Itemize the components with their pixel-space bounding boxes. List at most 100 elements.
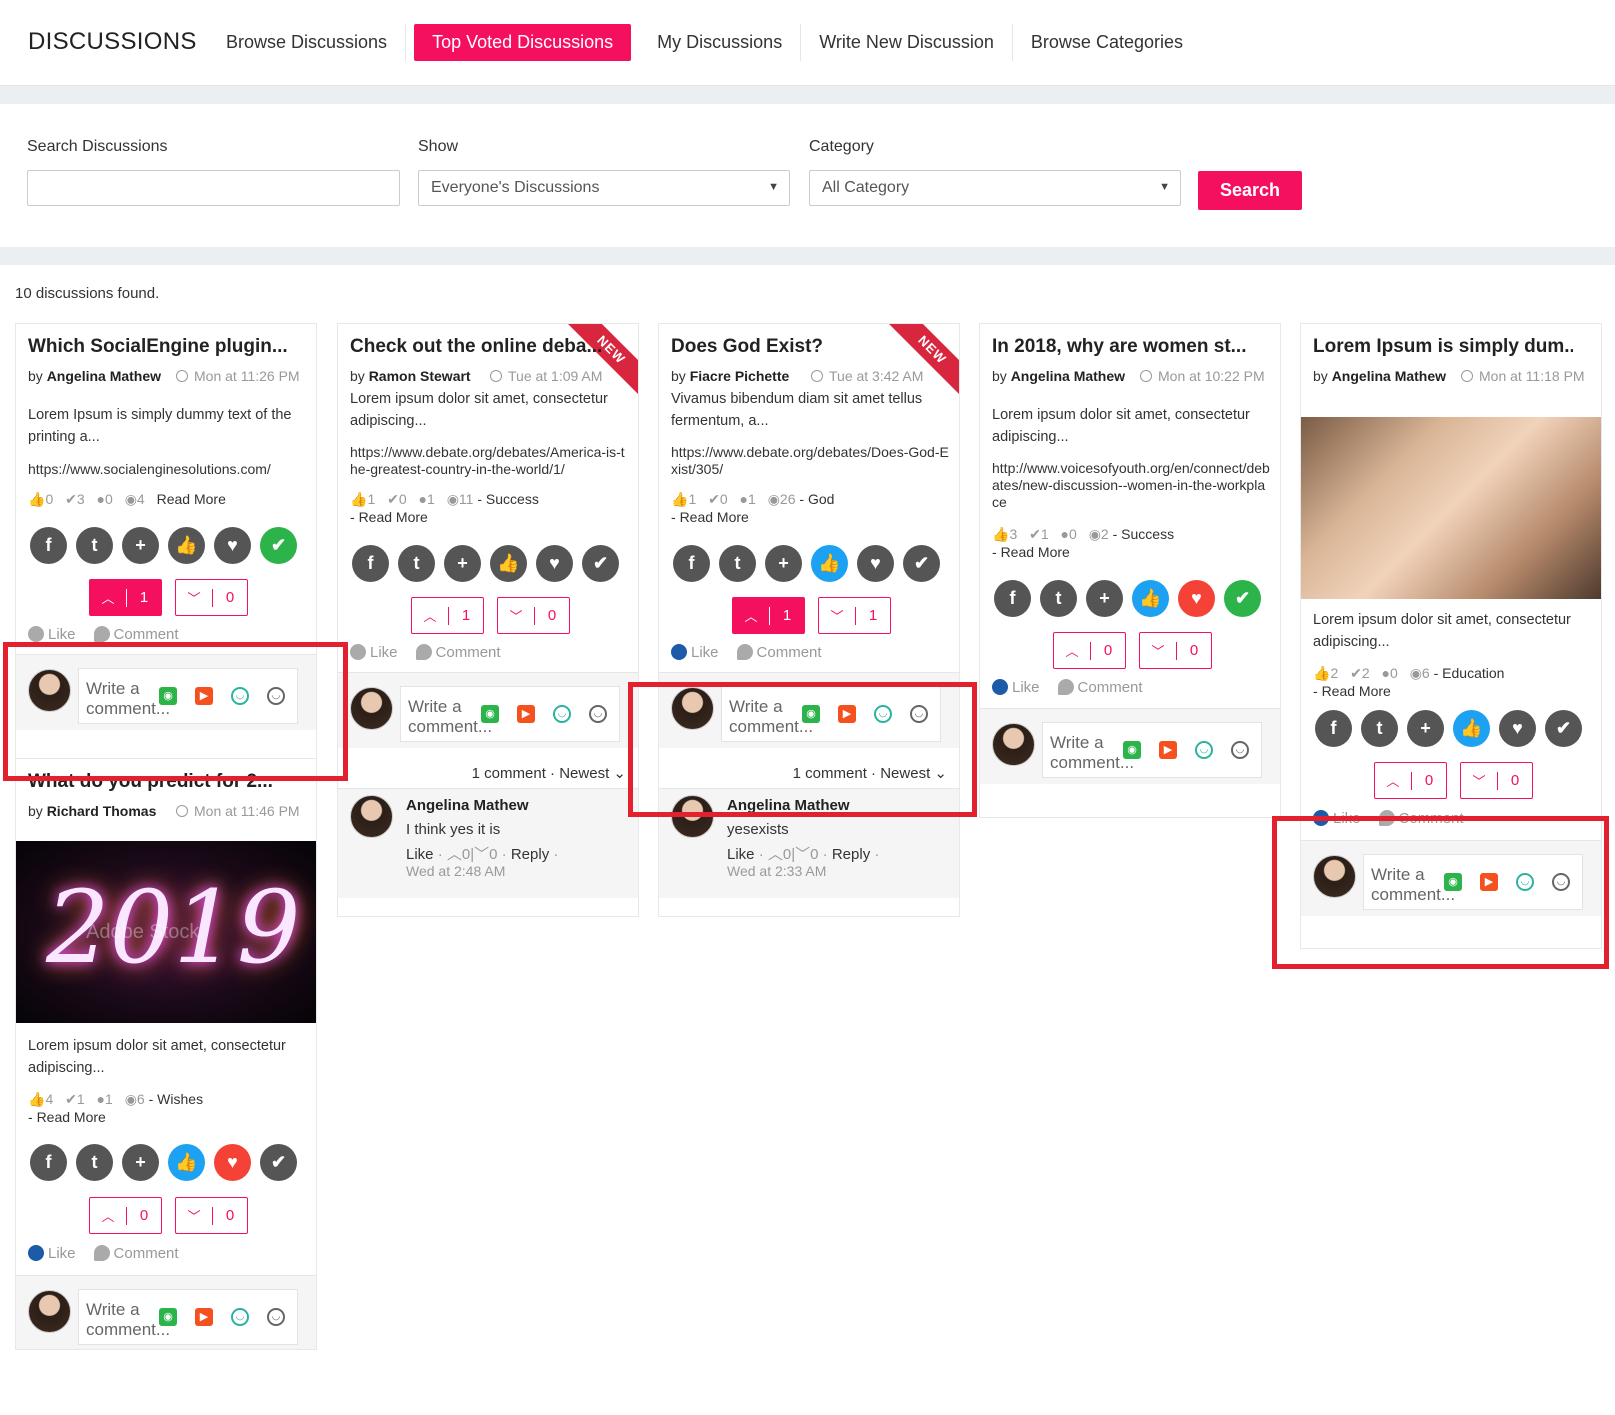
chevron-up-icon[interactable]: ︿ <box>447 846 462 863</box>
plus-icon[interactable]: + <box>122 1144 159 1181</box>
plus-icon[interactable]: + <box>1407 710 1444 747</box>
discussion-link[interactable]: http://www.voicesofyouth.org/en/connect/… <box>992 460 1272 511</box>
facebook-icon[interactable]: f <box>352 545 389 582</box>
read-more-link[interactable]: Read More <box>359 509 428 525</box>
sticker-icon[interactable]: ◡ <box>1231 741 1249 759</box>
twitter-icon[interactable]: t <box>76 527 113 564</box>
video-icon[interactable]: ▶ <box>195 1308 213 1326</box>
search-button[interactable]: Search <box>1198 171 1302 210</box>
facebook-icon[interactable]: f <box>994 580 1031 617</box>
nav-top-voted-discussions[interactable]: Top Voted Discussions <box>414 24 632 61</box>
thumbs-up-icon[interactable]: 👍 <box>1453 710 1490 747</box>
category-link[interactable]: Success <box>1121 526 1174 542</box>
emoji-icon[interactable]: ◡ <box>1195 741 1213 759</box>
check-icon[interactable]: ✔ <box>903 545 940 582</box>
like-button[interactable]: Like <box>28 1245 76 1262</box>
comment-input[interactable]: Write a comment... ◉ ▶ ◡ ◡ <box>78 1289 298 1345</box>
twitter-icon[interactable]: t <box>719 545 756 582</box>
like-button[interactable]: Like <box>350 644 398 661</box>
plus-icon[interactable]: + <box>122 527 159 564</box>
twitter-icon[interactable]: t <box>398 545 435 582</box>
thumbs-up-icon[interactable]: 👍 <box>168 1144 205 1181</box>
chevron-down-icon[interactable]: ﹀ <box>795 846 810 863</box>
heart-icon[interactable]: ♥ <box>857 545 894 582</box>
discussion-title[interactable]: Lorem Ipsum is simply dum... <box>1313 336 1573 358</box>
comment-button[interactable]: Comment <box>1057 679 1143 696</box>
downvote-button[interactable]: ﹀ 0 <box>175 579 248 616</box>
upvote-button[interactable]: ︿ 1 <box>411 597 484 634</box>
discussion-title[interactable]: In 2018, why are women st... <box>992 336 1252 358</box>
comment-input[interactable]: Write a comment... ◉ ▶ ◡ ◡ <box>1042 722 1262 778</box>
read-more-link[interactable]: Read More <box>1001 544 1070 560</box>
thumbs-up-icon[interactable]: 👍 <box>1132 580 1169 617</box>
downvote-button[interactable]: ﹀ 0 <box>497 597 570 634</box>
read-more-link[interactable]: Read More <box>37 1109 106 1125</box>
upvote-button[interactable]: ︿ 0 <box>89 1197 162 1234</box>
upvote-button[interactable]: ︿ 0 <box>1374 762 1447 799</box>
comment-like-link[interactable]: Like <box>406 846 434 863</box>
category-select[interactable]: All Category ▼ <box>809 170 1181 206</box>
author-link[interactable]: Ramon Stewart <box>369 368 471 384</box>
twitter-icon[interactable]: t <box>1040 580 1077 617</box>
heart-icon[interactable]: ♥ <box>214 1144 251 1181</box>
author-link[interactable]: Angelina Mathew <box>1011 368 1125 384</box>
check-icon[interactable]: ✔ <box>582 545 619 582</box>
heart-icon[interactable]: ♥ <box>1178 580 1215 617</box>
read-more-link[interactable]: Read More <box>1322 683 1391 699</box>
nav-browse-categories[interactable]: Browse Categories <box>1013 24 1201 61</box>
video-icon[interactable]: ▶ <box>517 705 535 723</box>
discussion-link[interactable]: https://www.socialenginesolutions.com/ <box>28 461 308 478</box>
reply-link[interactable]: Reply <box>511 846 549 863</box>
category-link[interactable]: Education <box>1442 665 1504 681</box>
comment-like-link[interactable]: Like <box>727 846 755 863</box>
facebook-icon[interactable]: f <box>30 527 67 564</box>
downvote-button[interactable]: ﹀ 0 <box>175 1197 248 1234</box>
like-button[interactable]: Like <box>671 644 719 661</box>
heart-icon[interactable]: ♥ <box>1499 710 1536 747</box>
camera-icon[interactable]: ◉ <box>159 1308 177 1326</box>
camera-icon[interactable]: ◉ <box>481 705 499 723</box>
comment-button[interactable]: Comment <box>93 1245 179 1262</box>
downvote-button[interactable]: ﹀ 0 <box>1139 632 1212 669</box>
chevron-down-icon[interactable]: ﹀ <box>474 846 489 863</box>
check-icon[interactable]: ✔ <box>1224 580 1261 617</box>
chevron-up-icon[interactable]: ︿ <box>768 846 783 863</box>
thumbs-up-icon[interactable]: 👍 <box>168 527 205 564</box>
camera-icon[interactable]: ◉ <box>1123 741 1141 759</box>
category-link[interactable]: Success <box>486 491 539 507</box>
emoji-icon[interactable]: ◡ <box>231 1308 249 1326</box>
like-button[interactable]: Like <box>992 679 1040 696</box>
nav-write-new-discussion[interactable]: Write New Discussion <box>801 24 1013 61</box>
facebook-icon[interactable]: f <box>673 545 710 582</box>
author-link[interactable]: Richard Thomas <box>47 803 157 819</box>
discussion-image[interactable]: 2019 Adobe Stock <box>16 841 316 1023</box>
comment-button[interactable]: Comment <box>93 626 179 643</box>
comment-button[interactable]: Comment <box>415 644 501 661</box>
check-icon[interactable]: ✔ <box>1545 710 1582 747</box>
read-more-link[interactable]: Read More <box>680 509 749 525</box>
author-link[interactable]: Angelina Mathew <box>47 368 161 384</box>
plus-icon[interactable]: + <box>765 545 802 582</box>
check-icon[interactable]: ✔ <box>260 527 297 564</box>
discussion-title[interactable]: Does God Exist? <box>671 336 931 358</box>
discussion-title[interactable]: Check out the online deba... <box>350 336 610 358</box>
show-select[interactable]: Everyone's Discussions ▼ <box>418 170 790 206</box>
comment-author[interactable]: Angelina Mathew <box>406 797 529 814</box>
thumbs-up-icon[interactable]: 👍 <box>490 545 527 582</box>
emoji-icon[interactable]: ◡ <box>553 705 571 723</box>
sticker-icon[interactable]: ◡ <box>589 705 607 723</box>
category-link[interactable]: God <box>808 491 834 507</box>
video-icon[interactable]: ▶ <box>1159 741 1177 759</box>
discussion-link[interactable]: https://www.debate.org/debates/Does-God-… <box>671 444 951 478</box>
sticker-icon[interactable]: ◡ <box>267 1308 285 1326</box>
category-link[interactable]: Wishes <box>157 1091 203 1107</box>
discussion-image[interactable] <box>1301 417 1601 599</box>
downvote-button[interactable]: ﹀ 0 <box>1460 762 1533 799</box>
check-icon[interactable]: ✔ <box>260 1144 297 1181</box>
thumbs-up-icon[interactable]: 👍 <box>811 545 848 582</box>
search-input[interactable] <box>27 170 400 206</box>
facebook-icon[interactable]: f <box>30 1144 67 1181</box>
heart-icon[interactable]: ♥ <box>214 527 251 564</box>
plus-icon[interactable]: + <box>1086 580 1123 617</box>
comment-input[interactable]: Write a comment... ◉ ▶ ◡ ◡ <box>400 686 620 742</box>
